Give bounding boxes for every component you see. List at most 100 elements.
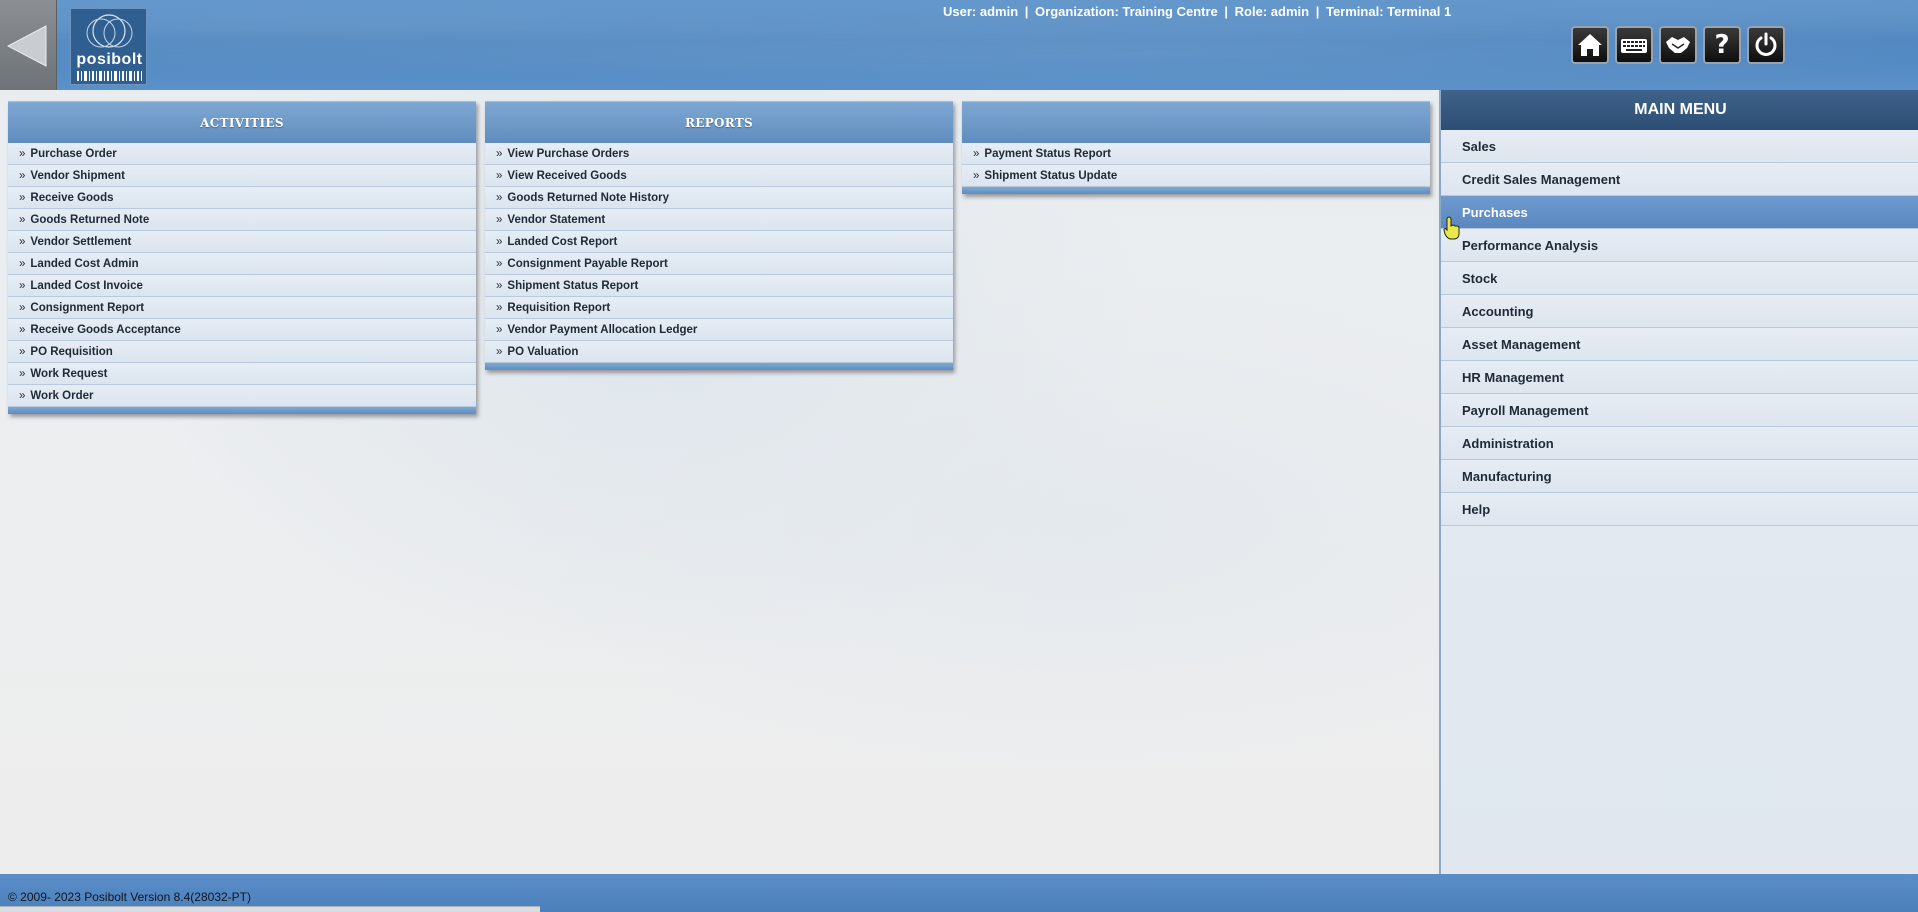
arrow-icon: » [19, 301, 26, 314]
panel-footer [485, 363, 953, 370]
reports-item-label: View Received Goods [507, 169, 627, 182]
arrow-icon: » [496, 345, 503, 358]
other-item-label: Payment Status Report [984, 147, 1111, 160]
activities-item[interactable]: » Landed Cost Admin [8, 253, 476, 275]
arrow-icon: » [19, 367, 26, 380]
reports-item[interactable]: » Requisition Report [485, 297, 953, 319]
reports-item-label: Shipment Status Report [507, 279, 639, 292]
activities-panel: ACTIVITIES » Purchase Order » Vendor Shipme… [8, 101, 476, 414]
main-menu-item[interactable]: HR Management [1441, 361, 1918, 394]
main-menu-list: Sales Credit Sales Management Purchases Per… [1441, 130, 1918, 526]
posibolt-logo[interactable]: posibolt [70, 8, 147, 85]
activities-item-label: Vendor Shipment [30, 169, 125, 182]
arrow-icon: » [19, 235, 26, 248]
other-panel-title [962, 101, 1430, 143]
main-menu-item[interactable]: Accounting [1441, 295, 1918, 328]
main-menu-item-label: Credit Sales Management [1462, 171, 1621, 187]
other-list: » Payment Status Report » Shipment Status U… [962, 143, 1430, 187]
terminal-label: Terminal: Terminal 1 [1325, 4, 1452, 19]
activities-item[interactable]: » Vendor Settlement [8, 231, 476, 253]
top-header: posibolt User: admin | Organization: Tra… [0, 0, 1918, 90]
separator: | [1315, 4, 1320, 19]
logo-graphic [77, 14, 142, 81]
activities-item[interactable]: » Work Order [8, 385, 476, 407]
logout-button[interactable] [1747, 26, 1785, 64]
activities-item-label: Receive Goods Acceptance [30, 323, 181, 336]
reports-panel-title: REPORTS [485, 101, 953, 143]
arrow-icon: » [496, 213, 503, 226]
activities-item-label: Work Order [30, 389, 94, 402]
reports-item[interactable]: » Goods Returned Note History [485, 187, 953, 209]
reports-item[interactable]: » View Purchase Orders [485, 143, 953, 165]
other-item-label: Shipment Status Update [984, 169, 1118, 182]
other-item[interactable]: » Payment Status Report [962, 143, 1430, 165]
main-menu-item-label: Asset Management [1462, 336, 1581, 352]
reports-item[interactable]: » Shipment Status Report [485, 275, 953, 297]
reports-item-label: Vendor Statement [507, 213, 606, 226]
home-button[interactable] [1571, 26, 1609, 64]
keyboard-button[interactable] [1615, 26, 1653, 64]
separator: | [1224, 4, 1229, 19]
activities-item-label: Landed Cost Invoice [30, 279, 143, 292]
reports-item[interactable]: » Vendor Statement [485, 209, 953, 231]
reports-item[interactable]: » Consignment Payable Report [485, 253, 953, 275]
browser-status-bar [0, 906, 540, 912]
activities-item[interactable]: » Work Request [8, 363, 476, 385]
activities-item[interactable]: » Goods Returned Note [8, 209, 476, 231]
arrow-icon: » [973, 169, 980, 182]
user-label: User: admin [943, 4, 1019, 19]
main-menu-item[interactable]: Asset Management [1441, 328, 1918, 361]
reports-item-label: View Purchase Orders [507, 147, 630, 160]
other-item[interactable]: » Shipment Status Update [962, 165, 1430, 187]
main-menu-item-label: HR Management [1462, 369, 1564, 385]
main-menu-item-label: Help [1462, 501, 1491, 517]
main-menu-item-label: Stock [1462, 270, 1498, 286]
main-menu-item[interactable]: Purchases [1441, 196, 1918, 229]
main-menu-item[interactable]: Help [1441, 493, 1918, 526]
reports-item[interactable]: » View Received Goods [485, 165, 953, 187]
back-button[interactable] [0, 0, 57, 90]
reports-item[interactable]: » Vendor Payment Allocation Ledger [485, 319, 953, 341]
main-menu-item[interactable]: Sales [1441, 130, 1918, 163]
activities-item-label: Work Request [30, 367, 108, 380]
arrow-icon: » [19, 279, 26, 292]
arrow-icon: » [19, 169, 26, 182]
help-button[interactable]: ? [1703, 26, 1741, 64]
main-menu-item[interactable]: Performance Analysis [1441, 229, 1918, 262]
arrow-icon: » [19, 191, 26, 204]
arrow-icon: » [19, 213, 26, 226]
reports-list: » View Purchase Orders » View Received Good… [485, 143, 953, 363]
arrow-icon: » [496, 323, 503, 336]
activities-list: » Purchase Order » Vendor Shipment » Receive … [8, 143, 476, 407]
activities-item[interactable]: » Receive Goods [8, 187, 476, 209]
reports-item-label: Goods Returned Note History [507, 191, 670, 204]
user-info-bar: User: admin | Organization: Training Cen… [943, 4, 1451, 19]
reports-item[interactable]: » Landed Cost Report [485, 231, 953, 253]
reports-item-label: PO Valuation [507, 345, 579, 358]
handshake-button[interactable] [1659, 26, 1697, 64]
arrow-icon: » [19, 345, 26, 358]
activities-item[interactable]: » Vendor Shipment [8, 165, 476, 187]
main-menu-item-label: Performance Analysis [1462, 237, 1599, 253]
home-icon [1578, 34, 1602, 56]
main-menu-item[interactable]: Manufacturing [1441, 460, 1918, 493]
activities-item[interactable]: » Landed Cost Invoice [8, 275, 476, 297]
main-menu-item[interactable]: Stock [1441, 262, 1918, 295]
main-menu-item[interactable]: Credit Sales Management [1441, 163, 1918, 196]
activities-item[interactable]: » Consignment Report [8, 297, 476, 319]
main-menu-item[interactable]: Payroll Management [1441, 394, 1918, 427]
main-menu-item[interactable]: Administration [1441, 427, 1918, 460]
main-menu: MAIN MENU Sales Credit Sales Management Pu… [1439, 90, 1918, 874]
reports-item[interactable]: » PO Valuation [485, 341, 953, 363]
arrow-icon: » [496, 169, 503, 182]
reports-panel: REPORTS » View Purchase Orders » View Recei… [485, 101, 953, 370]
power-icon [1755, 32, 1777, 56]
organization-label: Organization: Training Centre [1035, 4, 1218, 19]
activities-item[interactable]: » Receive Goods Acceptance [8, 319, 476, 341]
activities-item-label: Consignment Report [30, 301, 145, 314]
arrow-icon: » [496, 301, 503, 314]
activities-item[interactable]: » Purchase Order [8, 143, 476, 165]
activities-item[interactable]: » PO Requisition [8, 341, 476, 363]
arrow-icon: » [496, 147, 503, 160]
arrow-icon: » [973, 147, 980, 160]
